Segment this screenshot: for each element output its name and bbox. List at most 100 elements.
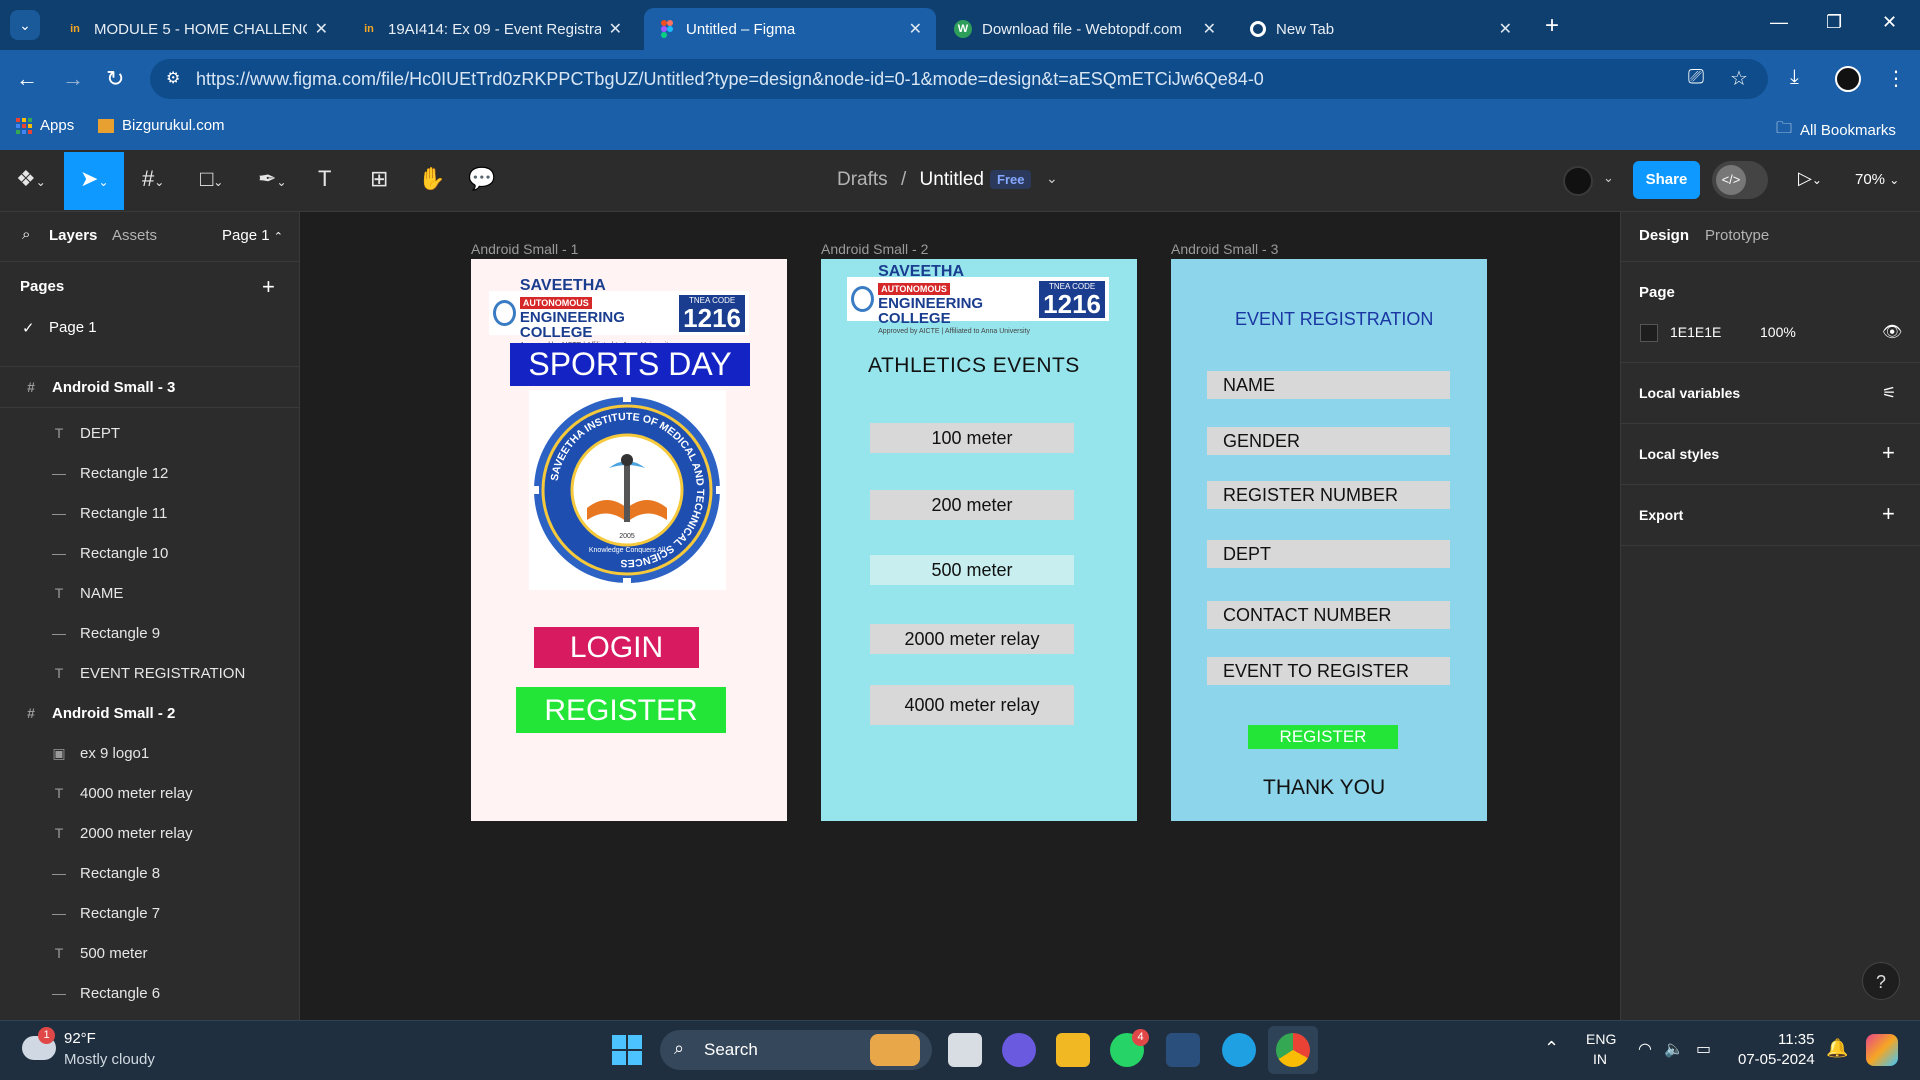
share-button[interactable]: Share [1633, 161, 1700, 199]
user-avatar[interactable] [1563, 166, 1593, 196]
tab-assets[interactable]: Assets [112, 227, 157, 244]
add-export-icon[interactable]: + [1882, 501, 1895, 527]
wifi-icon[interactable]: ◠ [1638, 1039, 1652, 1059]
new-tab-button[interactable]: + [1545, 12, 1559, 40]
site-info-icon[interactable]: ⚙ [166, 68, 180, 88]
event-to-register-field[interactable]: EVENT TO REGISTER [1207, 657, 1450, 685]
dept-field[interactable]: DEPT [1207, 540, 1450, 568]
file-name[interactable]: Untitled [920, 169, 984, 190]
browser-tab-ex09[interactable]: in 19AI414: Ex 09 - Event Registration ✕ [346, 8, 636, 50]
chevron-up-icon[interactable]: ⌃ [1544, 1038, 1559, 1059]
reload-icon[interactable]: ↻ [106, 66, 124, 92]
thank-you-text[interactable]: THANK YOU [1263, 776, 1385, 800]
register-button[interactable]: REGISTER [516, 687, 726, 733]
tab-layers[interactable]: Layers [49, 227, 97, 244]
copilot-icon[interactable] [1866, 1034, 1898, 1066]
tab-search-button[interactable]: ⌄ [10, 10, 40, 40]
tab-design[interactable]: Design [1639, 227, 1689, 244]
all-bookmarks-button[interactable]: 🗀 All Bookmarks [1776, 117, 1896, 144]
chevron-down-icon[interactable]: ⌄ [1603, 170, 1614, 186]
eye-icon[interactable]: 👁 [1882, 322, 1902, 342]
close-icon[interactable]: ✕ [609, 19, 622, 39]
shape-tool-icon[interactable]: □⌄ [200, 166, 223, 192]
layer-item[interactable]: T EVENT REGISTRATION [0, 653, 300, 693]
layer-item[interactable]: T 4000 meter relay [0, 773, 300, 813]
local-variables[interactable]: Local variables [1639, 385, 1740, 401]
meet-icon[interactable] [1002, 1033, 1036, 1067]
volume-icon[interactable]: 🔈 [1664, 1039, 1684, 1059]
chrome-icon[interactable] [1276, 1033, 1310, 1067]
login-button[interactable]: LOGIN [534, 627, 699, 668]
download-icon[interactable]: ⤓ [1790, 66, 1799, 89]
frame-tool-icon[interactable]: #⌄ [142, 166, 164, 192]
hand-tool-icon[interactable]: ✋ [418, 166, 445, 192]
weather-desc[interactable]: Mostly cloudy [64, 1051, 155, 1068]
bookmark-star-icon[interactable]: ☆ [1730, 66, 1748, 91]
tab-prototype[interactable]: Prototype [1705, 227, 1769, 244]
dev-mode-toggle[interactable]: </> [1712, 161, 1768, 199]
page-color-value[interactable]: 1E1E1E [1670, 324, 1721, 340]
variables-settings-icon[interactable]: ⚟ [1882, 383, 1896, 403]
close-icon[interactable]: ✕ [909, 19, 922, 39]
windows-start-icon[interactable] [612, 1035, 642, 1065]
athletics-events-title[interactable]: ATHLETICS EVENTS [868, 354, 1080, 378]
browser-menu-icon[interactable]: ⋮ [1886, 66, 1906, 91]
edge-icon[interactable] [1222, 1033, 1256, 1067]
register-number-field[interactable]: REGISTER NUMBER [1207, 481, 1450, 509]
weather-temp[interactable]: 92°F [64, 1030, 96, 1047]
layer-item[interactable]: T NAME [0, 573, 300, 613]
browser-tab-webtopdf[interactable]: W Download file - Webtopdf.com ✕ [940, 8, 1230, 50]
layer-item[interactable]: — Rectangle 7 [0, 893, 300, 933]
layer-item[interactable]: — Rectangle 12 [0, 453, 300, 493]
page-item-page1[interactable]: Page 1 [49, 319, 97, 336]
breadcrumb-drafts[interactable]: Drafts [837, 169, 888, 190]
frame-android-small-2[interactable] [821, 259, 1137, 821]
close-icon[interactable]: ✕ [1499, 19, 1512, 39]
contact-number-field[interactable]: CONTACT NUMBER [1207, 601, 1450, 629]
pen-tool-icon[interactable]: ✒⌄ [258, 166, 287, 192]
close-icon[interactable]: ✕ [1203, 19, 1216, 39]
layer-item[interactable]: ▣ ex 9 logo1 [0, 733, 300, 773]
frame-label-1[interactable]: Android Small - 1 [471, 241, 578, 257]
bookmark-apps[interactable]: Apps [16, 117, 74, 134]
event-2000m-relay[interactable]: 2000 meter relay [870, 624, 1074, 654]
search-icon[interactable]: ⌕ [22, 226, 30, 243]
language-code[interactable]: ENG [1586, 1031, 1616, 1047]
file-breadcrumb[interactable]: Drafts / Untitled [837, 169, 984, 191]
layer-android-small-2[interactable]: # Android Small - 2 [0, 693, 300, 733]
task-view-icon[interactable] [948, 1033, 982, 1067]
college-logo[interactable]: SAVEETHA AUTONOMOUS ENGINEERING COLLEGE … [847, 263, 1109, 335]
layer-item[interactable]: T 2000 meter relay [0, 813, 300, 853]
figma-main-menu-icon[interactable]: ❖⌄ [16, 166, 46, 192]
layer-item[interactable]: — Rectangle 11 [0, 493, 300, 533]
text-tool-icon[interactable]: T [318, 166, 331, 192]
browser-tab-figma[interactable]: Untitled – Figma ✕ [644, 8, 936, 50]
restore-button[interactable]: ❐ [1826, 12, 1842, 33]
add-page-icon[interactable]: + [262, 274, 275, 300]
layer-item[interactable]: — Rectangle 10 [0, 533, 300, 573]
event-200m[interactable]: 200 meter [870, 490, 1074, 520]
taskbar-search[interactable]: ⌕ Search [660, 1030, 932, 1070]
forward-arrow-icon[interactable]: → [62, 66, 84, 92]
layer-item[interactable]: — Rectangle 6 [0, 973, 300, 1013]
profile-avatar[interactable] [1835, 66, 1861, 92]
college-logo[interactable]: SAVEETHA AUTONOMOUS ENGINEERING COLLEGE … [489, 277, 749, 349]
clock-time[interactable]: 11:35 [1778, 1031, 1814, 1048]
frame-label-3[interactable]: Android Small - 3 [1171, 241, 1278, 257]
back-arrow-icon[interactable]: ← [16, 66, 38, 92]
name-field[interactable]: NAME [1207, 371, 1450, 399]
minimize-button[interactable]: — [1770, 12, 1788, 33]
page-color-swatch[interactable] [1640, 324, 1658, 342]
close-window-button[interactable]: ✕ [1882, 12, 1897, 33]
local-styles[interactable]: Local styles [1639, 446, 1719, 462]
resources-icon[interactable]: ⊞ [370, 166, 388, 192]
browser-tab-module5[interactable]: in MODULE 5 - HOME CHALLENGE ✕ [52, 8, 342, 50]
page-opacity-value[interactable]: 100% [1760, 324, 1796, 340]
no-screenshot-icon[interactable]: ⎚ [1688, 66, 1704, 89]
layer-item[interactable]: — Rectangle 8 [0, 853, 300, 893]
layer-item[interactable]: T DEPT [0, 413, 300, 453]
snipping-tool-icon[interactable] [1166, 1033, 1200, 1067]
gender-field[interactable]: GENDER [1207, 427, 1450, 455]
event-4000m-relay[interactable]: 4000 meter relay [870, 685, 1074, 725]
register-submit-button[interactable]: REGISTER [1248, 725, 1398, 749]
